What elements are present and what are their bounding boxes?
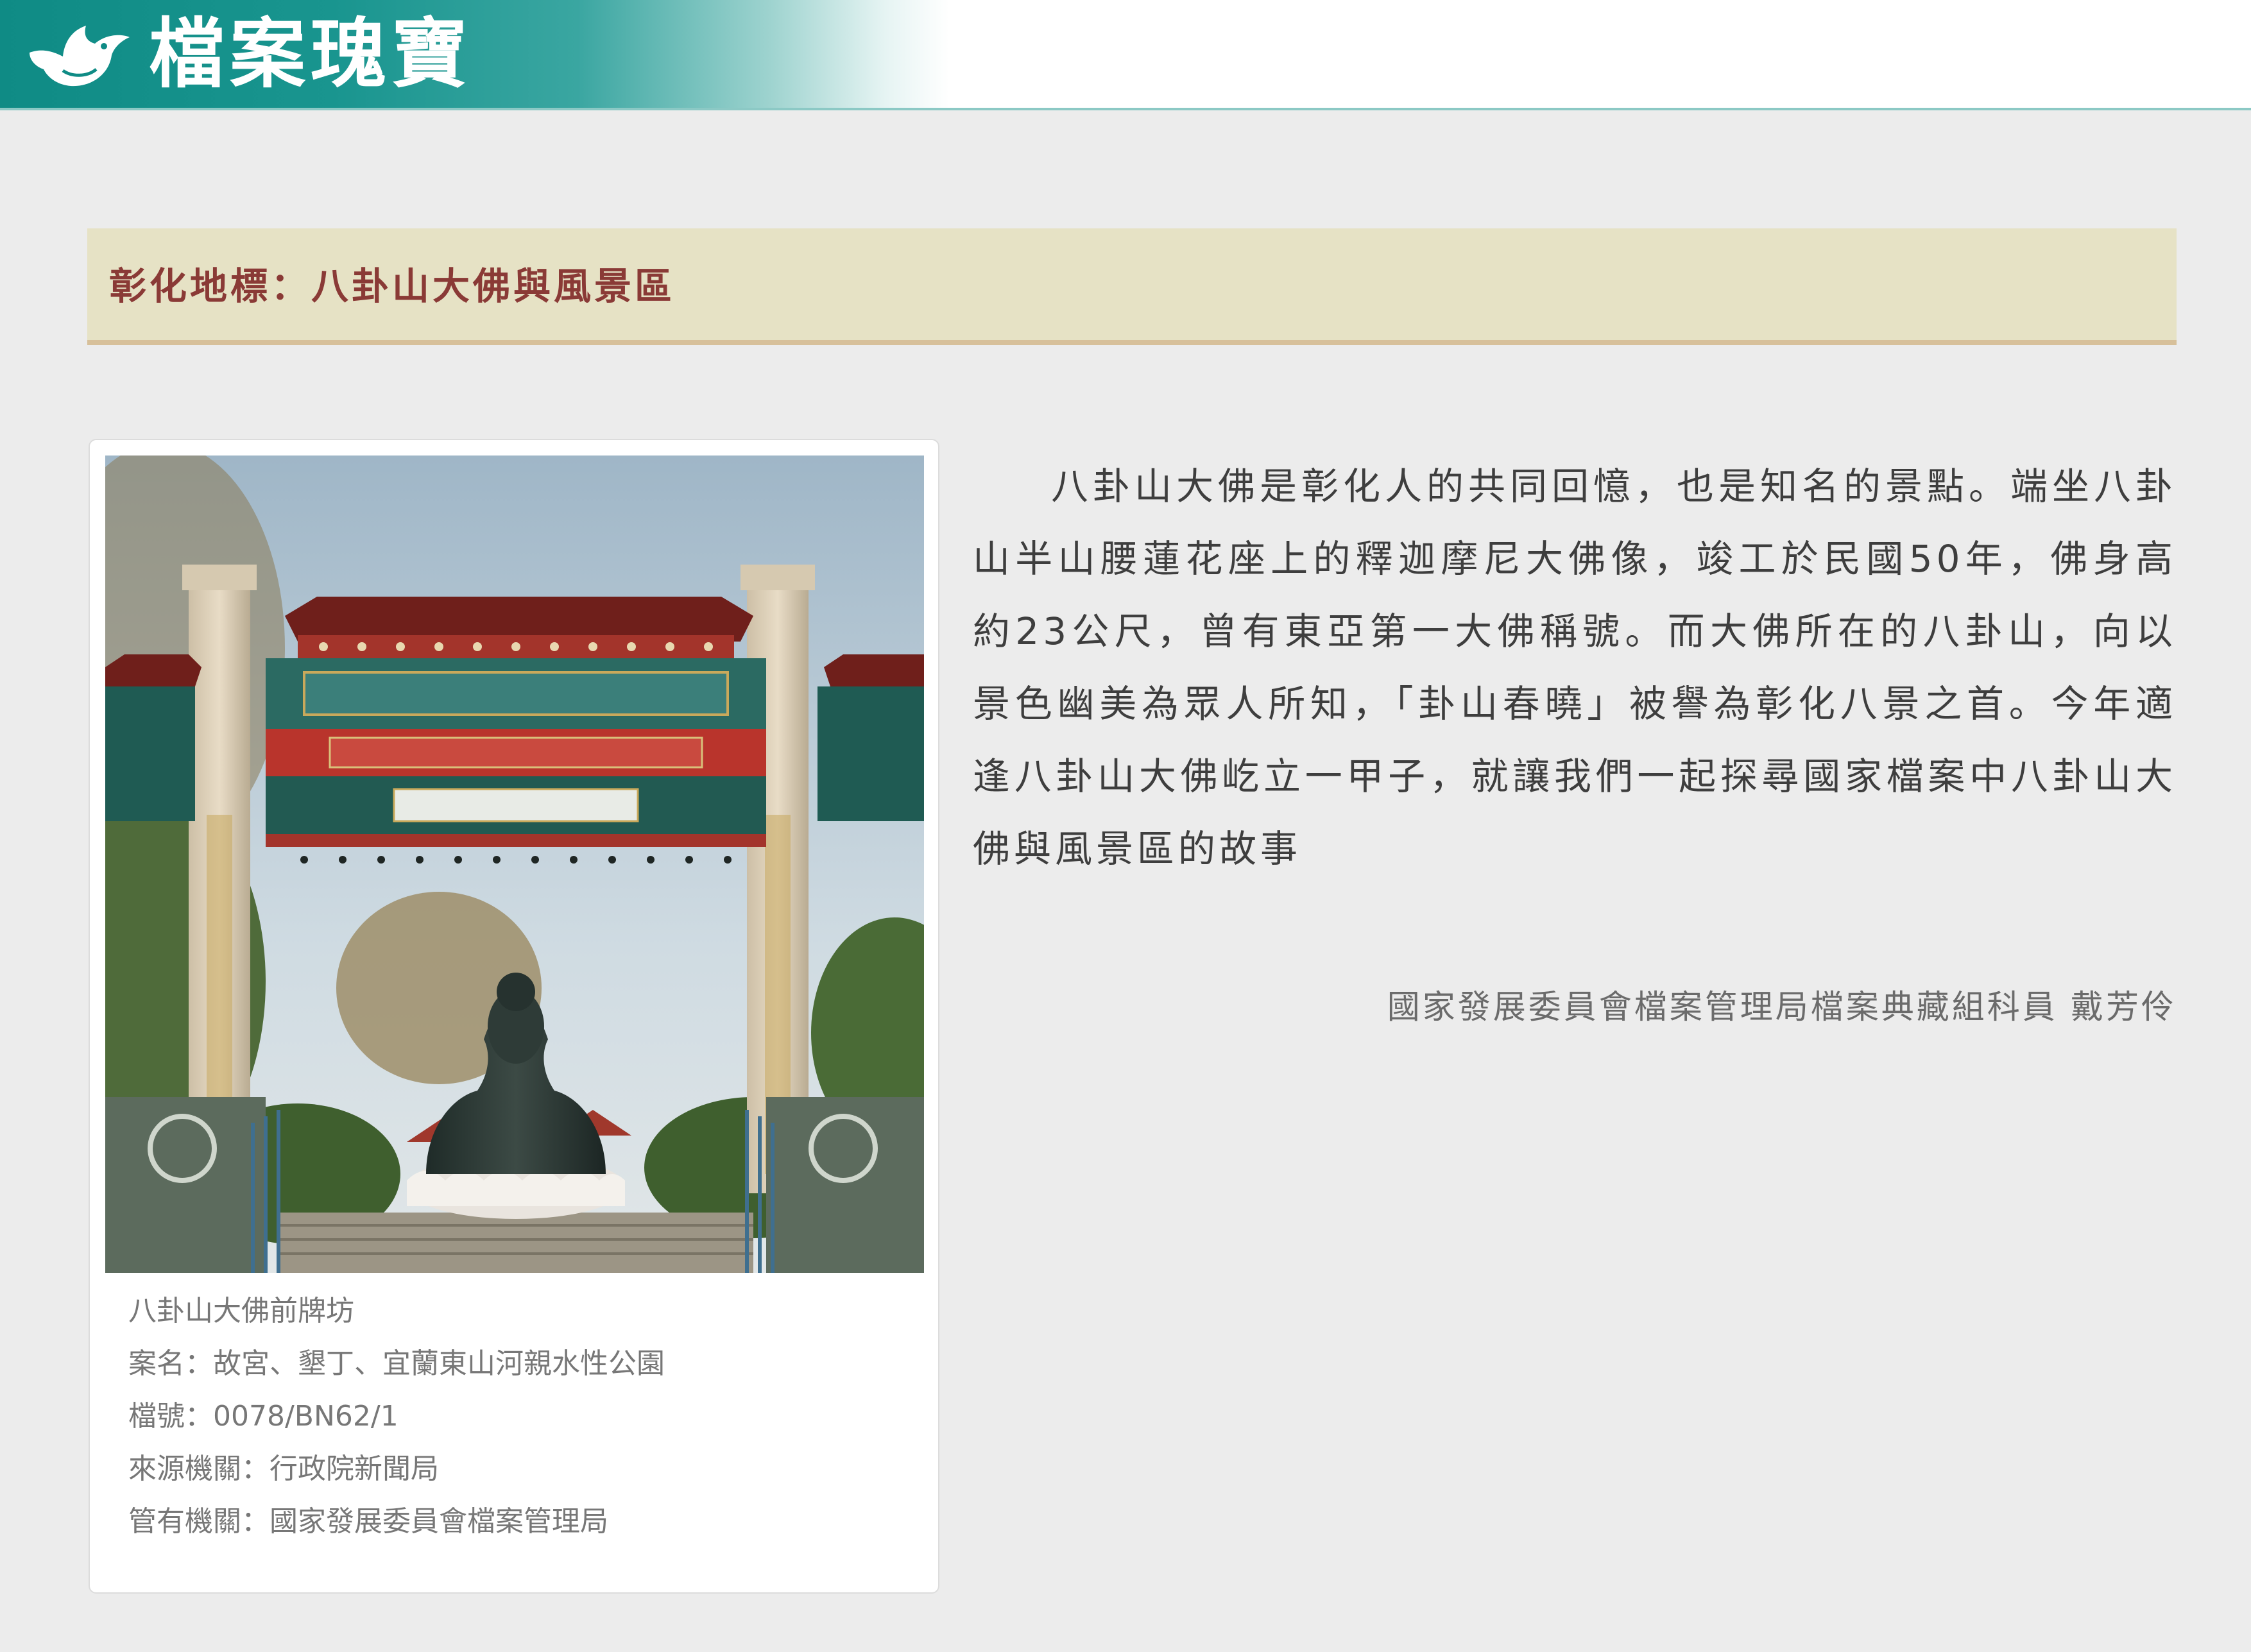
photo-card: 八卦山大佛前牌坊 案名：故宮、墾丁、宜蘭東山河親水性公園 檔號：0078/BN6…	[89, 439, 939, 1594]
article-author: 國家發展委員會檔案管理局檔案典藏組科員 戴芳伶	[1387, 989, 2177, 1026]
archive-photo[interactable]	[105, 456, 924, 1273]
section-header: 彰化地標：八卦山大佛與風景區	[87, 228, 2177, 345]
bird-logo-icon[interactable]	[24, 15, 133, 94]
file-number: 檔號：0078/BN62/1	[128, 1400, 398, 1433]
section-title: 彰化地標：八卦山大佛與風景區	[109, 264, 676, 308]
case-name: 案名：故宮、墾丁、宜蘭東山河親水性公園	[128, 1347, 665, 1380]
site-header: 檔案瑰寶	[0, 0, 2251, 110]
bagua-mountain-buddha-gate-photo	[105, 456, 924, 1273]
photo-caption: 八卦山大佛前牌坊	[128, 1295, 354, 1327]
site-title[interactable]: 檔案瑰寶	[149, 9, 472, 99]
source-agency: 來源機關：行政院新聞局	[128, 1452, 439, 1485]
custodian-agency: 管有機關：國家發展委員會檔案管理局	[128, 1505, 608, 1538]
article-body: 八卦山大佛是彰化人的共同回憶，也是知名的景點。端坐八卦山半山腰蓮花座上的釋迦摩尼…	[973, 464, 2177, 871]
